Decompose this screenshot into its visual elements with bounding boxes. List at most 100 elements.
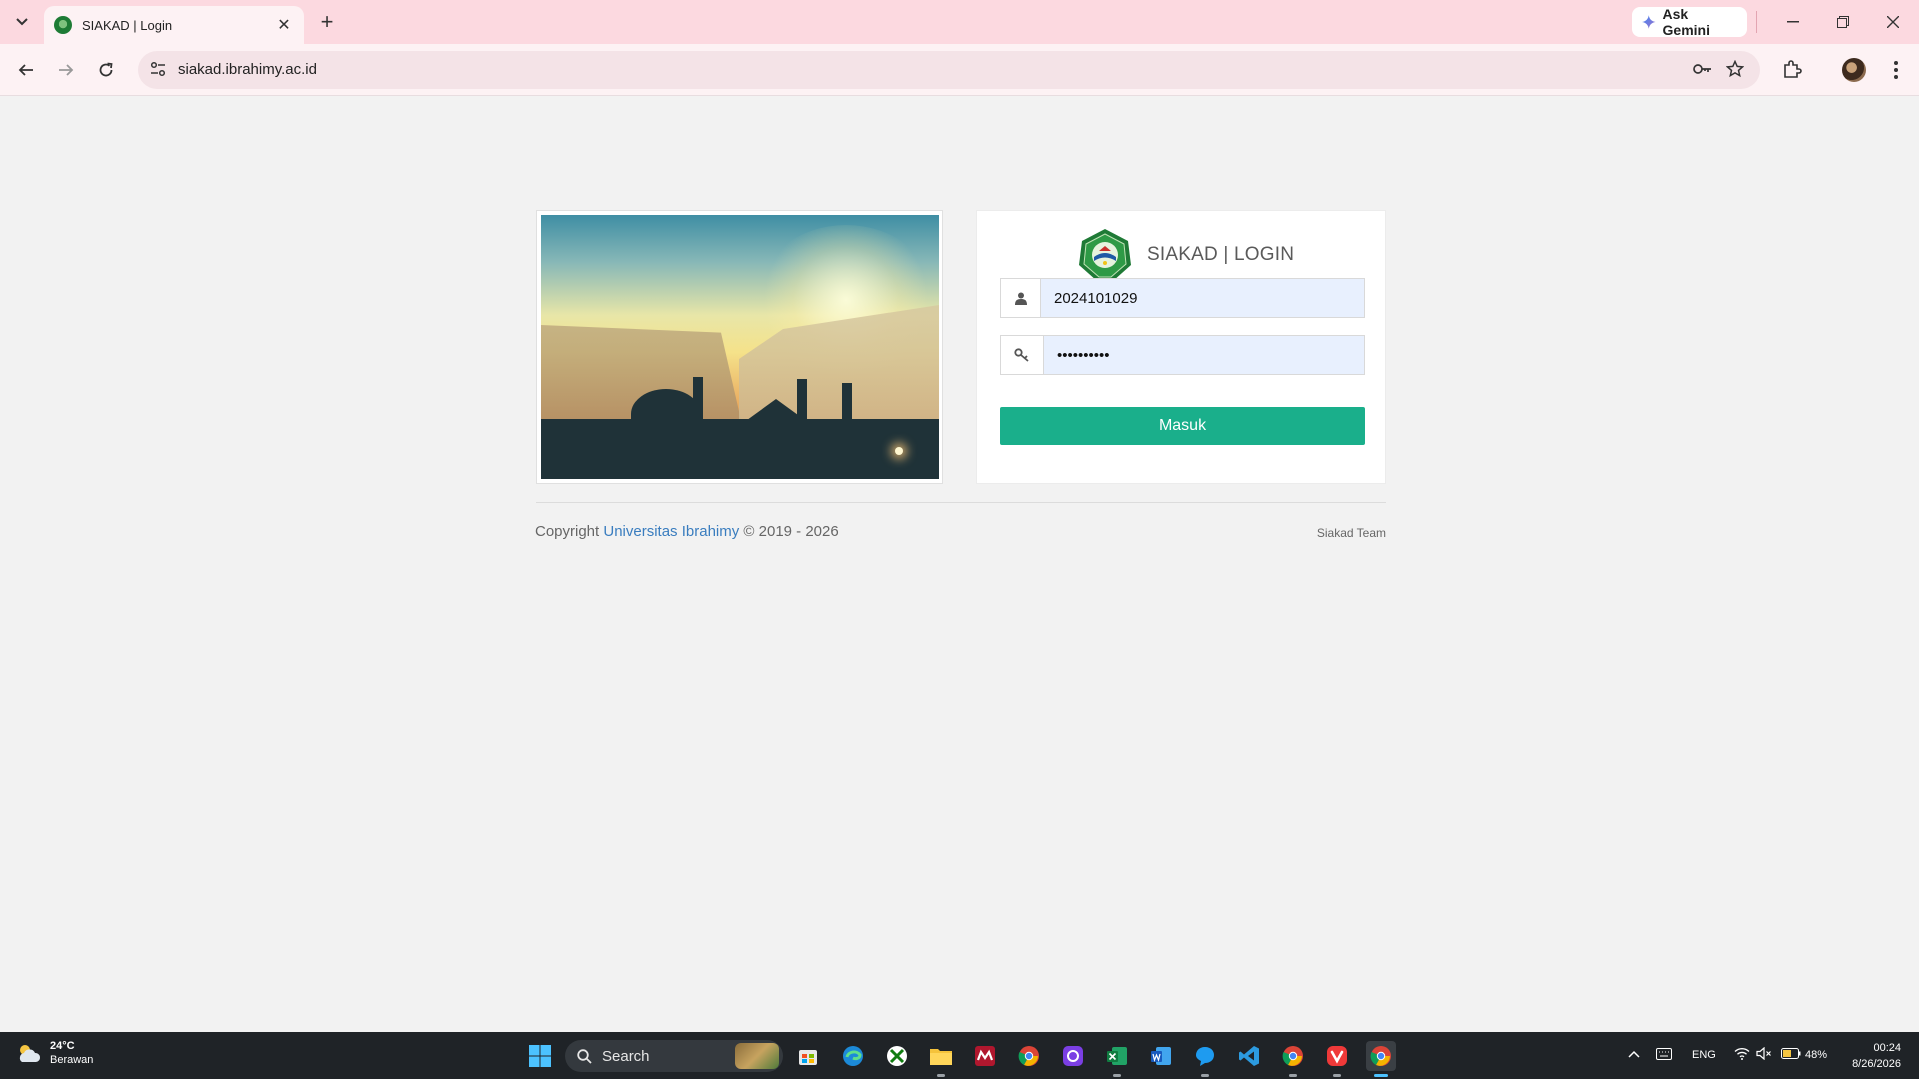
login-panel: SIAKAD | LOGIN Masuk	[976, 210, 1386, 484]
taskbar-app-store[interactable]	[793, 1041, 823, 1071]
chrome-active-icon	[1370, 1046, 1391, 1066]
windows-logo-icon	[529, 1045, 551, 1067]
key-icon	[1001, 336, 1044, 374]
store-icon	[799, 1050, 817, 1065]
password-key-icon[interactable]	[1692, 61, 1712, 77]
taskbar-app-chrome-active[interactable]	[1366, 1041, 1396, 1077]
close-icon	[1887, 16, 1899, 28]
chrome-profile-icon	[1282, 1046, 1303, 1066]
footer-team: Siakad Team	[1316, 526, 1386, 540]
extensions-puzzle-icon[interactable]	[1782, 59, 1802, 79]
taskbar-app-mendeley[interactable]	[970, 1041, 1000, 1071]
language-indicator[interactable]: ENG	[1692, 1049, 1716, 1061]
chevron-up-icon[interactable]	[1628, 1050, 1640, 1058]
taskbar-app-messaging[interactable]	[1190, 1041, 1220, 1077]
excel-icon	[1107, 1047, 1127, 1065]
username-input[interactable]	[1041, 279, 1364, 317]
campus-photo-frame	[536, 210, 943, 484]
keyboard-icon[interactable]	[1656, 1048, 1672, 1060]
arrow-right-icon	[59, 64, 74, 76]
taskbar-app-word[interactable]	[1146, 1041, 1176, 1071]
volume-muted-icon[interactable]	[1756, 1047, 1772, 1060]
browser-tab-active[interactable]: SIAKAD | Login ✕	[44, 6, 304, 44]
taskbar-app-copilot[interactable]	[1058, 1041, 1088, 1071]
app-purple-icon	[1063, 1046, 1083, 1066]
password-input[interactable]	[1044, 336, 1364, 374]
taskbar-app-excel[interactable]	[1102, 1041, 1132, 1077]
edge-icon	[843, 1046, 863, 1066]
university-logo	[1079, 229, 1131, 281]
new-tab-button[interactable]: +	[314, 10, 340, 36]
xbox-icon	[887, 1046, 907, 1066]
taskbar-search[interactable]: Search	[565, 1040, 783, 1072]
site-settings-icon[interactable]	[150, 61, 166, 77]
search-icon	[577, 1048, 592, 1064]
copyright-years: © 2019 - 2026	[743, 523, 839, 540]
reload-icon	[99, 62, 113, 77]
cloudy-weather-icon	[19, 1045, 41, 1062]
windows-taskbar: 24°C Berawan Search ENG 48% 00:24 8/26/2…	[0, 1032, 1919, 1079]
taskbar-search-label: Search	[602, 1047, 650, 1065]
reload-button[interactable]	[92, 56, 120, 84]
chat-bubble-icon	[1196, 1047, 1214, 1066]
taskbar-app-xbox[interactable]	[882, 1041, 912, 1071]
footer-copyright: Copyright Universitas Ibrahimy © 2019 - …	[535, 523, 839, 540]
user-icon	[1001, 279, 1041, 317]
back-button[interactable]	[12, 56, 40, 84]
taskbar-app-file-explorer[interactable]	[926, 1041, 956, 1077]
weather-temp: 24°C	[50, 1040, 75, 1052]
vivaldi-icon	[1327, 1046, 1347, 1066]
ask-gemini-label: Ask Gemini	[1662, 6, 1710, 38]
login-submit-button[interactable]: Masuk	[1000, 407, 1365, 445]
tab-close-icon[interactable]: ✕	[274, 15, 294, 35]
restore-icon	[1837, 16, 1849, 28]
tab-search-button[interactable]	[8, 10, 36, 34]
chrome-icon	[1018, 1046, 1039, 1066]
taskbar-app-vivaldi[interactable]	[1322, 1041, 1352, 1077]
arrow-left-icon	[18, 64, 33, 76]
username-field	[1000, 278, 1365, 318]
clock-time: 00:24	[1873, 1042, 1901, 1054]
battery-percent: 48%	[1805, 1049, 1828, 1061]
clock-date: 8/26/2026	[1852, 1058, 1901, 1070]
taskbar-app-vscode[interactable]	[1234, 1041, 1264, 1071]
minimize-icon	[1787, 21, 1799, 23]
browser-menu-icon[interactable]	[1886, 58, 1906, 82]
restore-button[interactable]	[1818, 6, 1868, 38]
bookmark-star-icon[interactable]	[1726, 60, 1744, 78]
taskbar-app-chrome-profile[interactable]	[1278, 1041, 1308, 1077]
chevron-down-icon	[16, 18, 28, 26]
login-header: SIAKAD | LOGIN	[1077, 227, 1294, 283]
minimize-button[interactable]	[1768, 6, 1818, 38]
weather-widget[interactable]: 24°C Berawan	[16, 1040, 93, 1066]
siakad-favicon-icon	[54, 16, 72, 34]
university-link[interactable]: Universitas Ibrahimy	[603, 523, 739, 540]
word-icon	[1151, 1047, 1171, 1065]
system-clock[interactable]: 00:24 8/26/2026	[1852, 1040, 1901, 1072]
password-field	[1000, 335, 1365, 375]
taskbar-app-edge[interactable]	[838, 1041, 868, 1071]
weather-condition: Berawan	[50, 1054, 94, 1066]
taskbar-app-chrome[interactable]	[1014, 1041, 1044, 1071]
campus-photo	[541, 215, 939, 479]
battery-icon[interactable]	[1781, 1048, 1801, 1059]
close-window-button[interactable]	[1868, 6, 1918, 38]
wifi-icon[interactable]	[1734, 1047, 1750, 1060]
search-highlight-image	[735, 1043, 779, 1069]
gemini-sparkle-icon	[1642, 15, 1656, 29]
mendeley-icon	[975, 1046, 995, 1066]
tab-title: SIAKAD | Login	[82, 17, 173, 33]
address-bar[interactable]: siakad.ibrahimy.ac.id	[138, 51, 1760, 89]
copyright-prefix: Copyright	[535, 523, 600, 540]
browser-toolbar: siakad.ibrahimy.ac.id	[0, 44, 1919, 96]
browser-tabstrip: SIAKAD | Login ✕ + Ask Gemini	[0, 0, 1919, 44]
profile-avatar[interactable]	[1842, 58, 1866, 82]
ask-gemini-button[interactable]: Ask Gemini	[1632, 6, 1747, 38]
forward-button[interactable]	[52, 56, 80, 84]
start-button[interactable]	[525, 1041, 555, 1071]
url-text[interactable]: siakad.ibrahimy.ac.id	[178, 61, 317, 78]
tabstrip-separator	[1756, 11, 1757, 33]
folder-icon	[930, 1049, 952, 1065]
footer-divider	[536, 502, 1386, 503]
login-title: SIAKAD | LOGIN	[1147, 244, 1295, 265]
